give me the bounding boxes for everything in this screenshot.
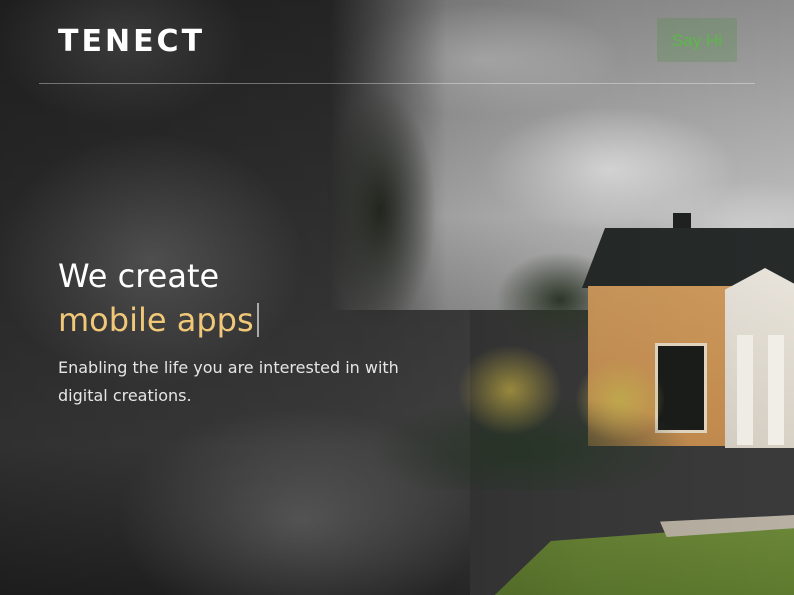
hero-headline: We create mobile apps: [58, 254, 259, 342]
headline-line-2: mobile apps: [58, 298, 259, 342]
brand-logo[interactable]: TENECT: [58, 27, 205, 57]
site-header: TENECT Say Hi: [39, 0, 755, 84]
say-hi-button[interactable]: Say Hi: [657, 18, 737, 62]
headline-accent-text: mobile apps: [58, 301, 254, 339]
hero-subtext: Enabling the life you are interested in …: [58, 358, 399, 405]
typing-cursor: [256, 303, 259, 337]
headline-line-1: We create: [58, 257, 220, 295]
hero-section: TENECT Say Hi We create mobile apps Enab…: [0, 0, 794, 595]
